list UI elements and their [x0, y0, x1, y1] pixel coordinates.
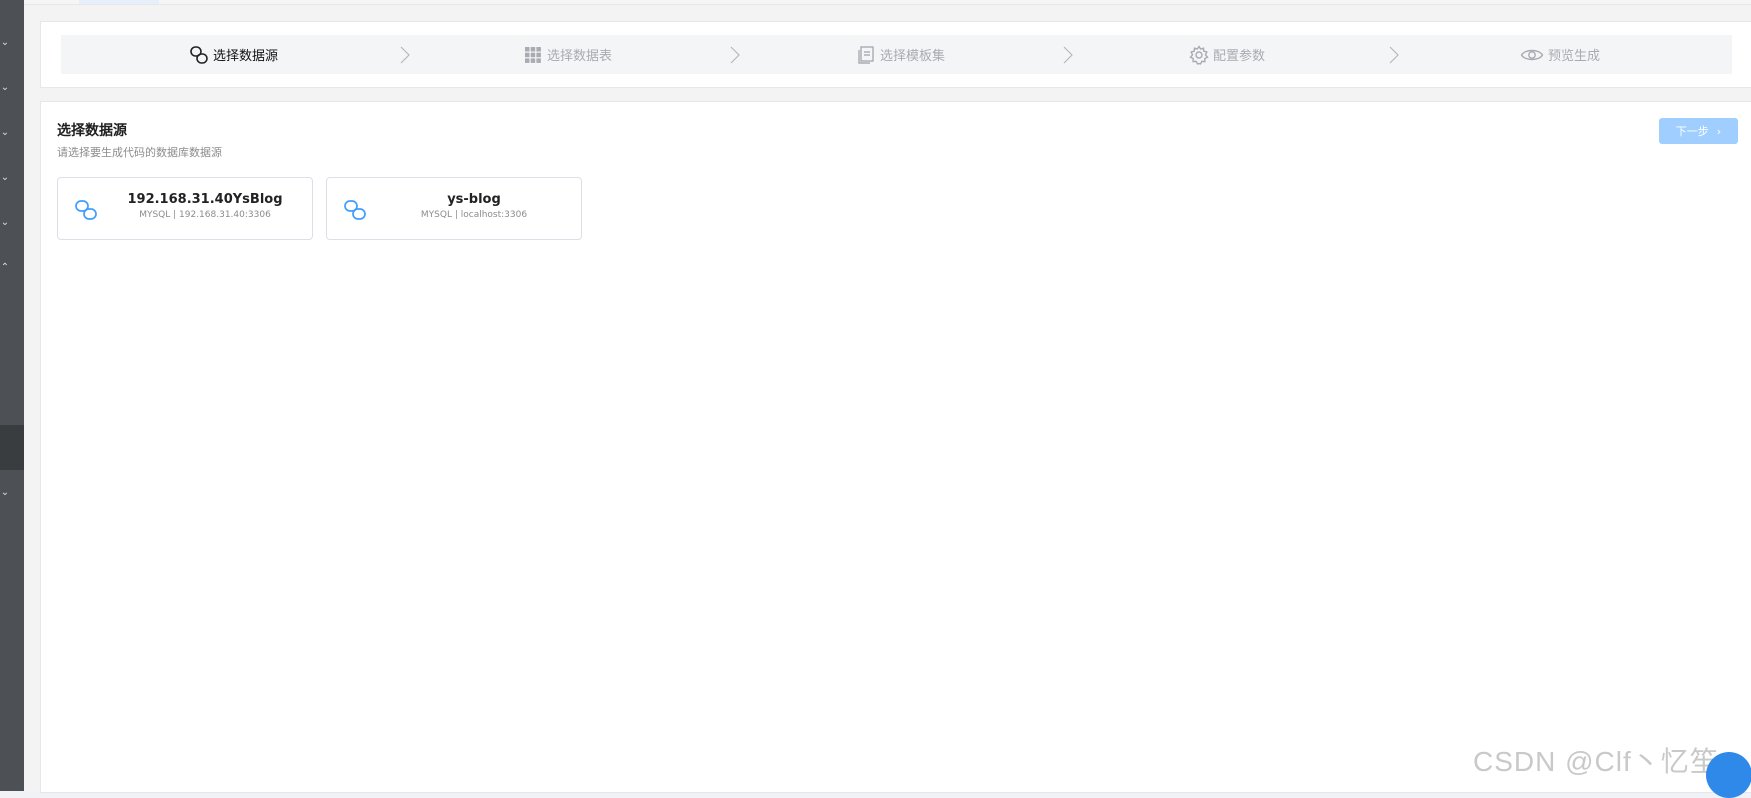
- floating-action-button[interactable]: [1706, 752, 1751, 798]
- sidebar-active-item[interactable]: [0, 425, 24, 470]
- chevron-up-icon[interactable]: ⌃: [0, 263, 10, 273]
- step-label: 选择数据源: [213, 45, 278, 64]
- chevron-down-icon[interactable]: ⌄: [0, 38, 10, 48]
- steps-panel: 选择数据源 选择数据表: [40, 21, 1751, 88]
- datasource-meta: MYSQL | 192.168.31.40:3306: [98, 210, 312, 220]
- step-config-params[interactable]: 配置参数: [1189, 35, 1265, 74]
- eye-icon: [1520, 45, 1544, 65]
- datasource-name: ys-blog: [367, 192, 581, 207]
- chevron-down-icon[interactable]: ⌄: [0, 128, 10, 138]
- step-label: 预览生成: [1548, 45, 1600, 64]
- chevron-right-icon: [729, 46, 741, 64]
- sidebar: ⌄ ⌄ ⌄ ⌄ ⌄ ⌃ ⌄: [0, 0, 24, 791]
- datasource-name: 192.168.31.40YsBlog: [98, 192, 312, 207]
- datasource-panel: 选择数据源 请选择要生成代码的数据库数据源 下一步 › 192.168.31.4…: [40, 101, 1751, 793]
- step-label: 选择模板集: [880, 45, 945, 64]
- step-label: 配置参数: [1213, 45, 1265, 64]
- chevron-down-icon[interactable]: ⌄: [0, 488, 10, 498]
- chevron-right-icon: [399, 46, 411, 64]
- section-title: 选择数据源: [57, 120, 127, 140]
- chevron-right-icon: [1388, 46, 1400, 64]
- link-icon: [74, 198, 98, 222]
- steps-bar: 选择数据源 选择数据表: [61, 35, 1732, 74]
- step-label: 选择数据表: [547, 45, 612, 64]
- datasource-meta: MYSQL | localhost:3306: [367, 210, 581, 220]
- grid-icon: [523, 45, 543, 65]
- chevron-right-icon: [1062, 46, 1074, 64]
- next-step-button[interactable]: 下一步 ›: [1659, 118, 1738, 144]
- section-subtitle: 请选择要生成代码的数据库数据源: [57, 144, 222, 160]
- link-icon: [343, 198, 367, 222]
- tab-active-hint[interactable]: [79, 0, 159, 4]
- link-icon: [189, 45, 209, 65]
- chevron-down-icon[interactable]: ⌄: [0, 218, 10, 228]
- tab-strip: [24, 0, 1751, 5]
- main-area: 选择数据源 选择数据表: [24, 0, 1751, 791]
- document-icon: [856, 45, 876, 65]
- datasource-card[interactable]: ys-blog MYSQL | localhost:3306: [326, 177, 582, 240]
- step-select-template[interactable]: 选择模板集: [856, 35, 945, 74]
- step-preview-generate[interactable]: 预览生成: [1520, 35, 1600, 74]
- chevron-down-icon[interactable]: ⌄: [0, 173, 10, 183]
- watermark: CSDN @Clf丶忆笙: [1473, 740, 1719, 780]
- step-select-datasource[interactable]: 选择数据源: [189, 35, 278, 74]
- chevron-down-icon[interactable]: ⌄: [0, 83, 10, 93]
- step-select-table[interactable]: 选择数据表: [523, 35, 612, 74]
- chevron-right-icon: ›: [1717, 125, 1721, 138]
- datasource-card[interactable]: 192.168.31.40YsBlog MYSQL | 192.168.31.4…: [57, 177, 313, 240]
- gear-icon: [1189, 45, 1209, 65]
- next-step-label: 下一步: [1676, 123, 1709, 139]
